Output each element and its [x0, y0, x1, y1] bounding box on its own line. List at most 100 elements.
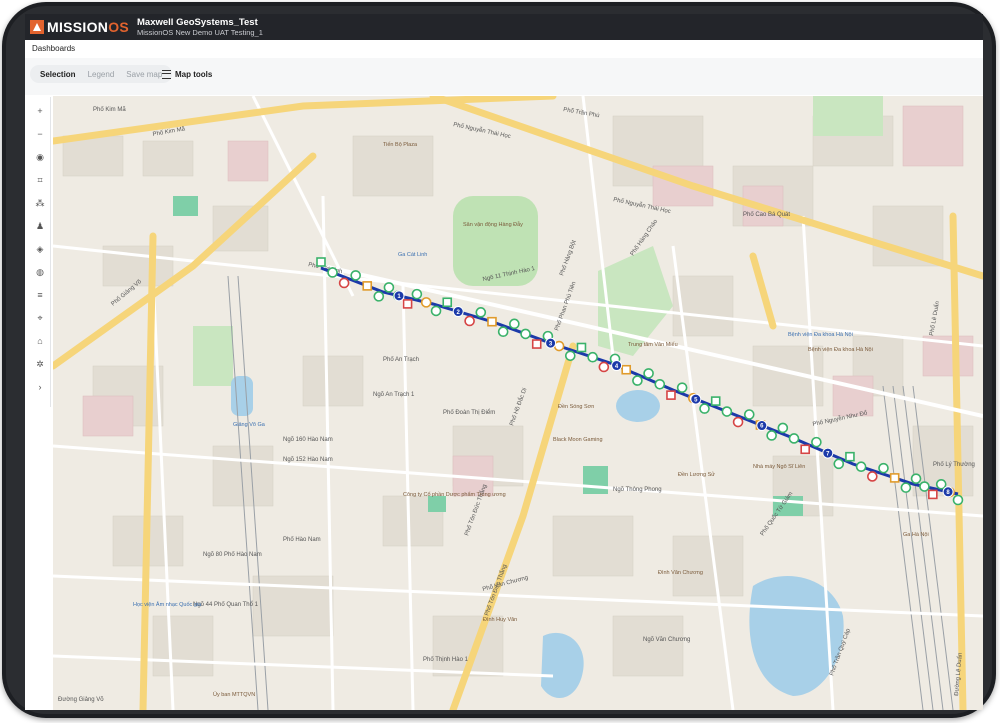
poi-label: Ga Cát Linh — [398, 252, 427, 258]
instrument-marker[interactable] — [666, 390, 676, 400]
instrument-marker[interactable] — [845, 451, 855, 462]
map-canvas[interactable]: Phố Kim Mã Phố Nguyễn Thái Học Phố Trần … — [53, 96, 983, 710]
instrument-marker[interactable] — [531, 339, 542, 349]
poi-label: Đền Sóng Sơn — [558, 404, 594, 410]
instrument-marker[interactable] — [800, 444, 811, 455]
breadcrumb[interactable]: Dashboards — [32, 44, 75, 53]
instrument-marker[interactable] — [811, 436, 822, 448]
poi-label: Đền Lương Sử — [678, 471, 715, 478]
instrument-marker[interactable] — [598, 361, 610, 373]
road-label: Đường Giảng Võ — [58, 697, 104, 703]
instrument-marker[interactable] — [654, 378, 666, 390]
instrument-marker[interactable] — [402, 299, 413, 309]
zoom-in-icon[interactable]: + — [32, 103, 48, 119]
globe-icon[interactable]: ◍ — [32, 264, 48, 280]
instrument-marker[interactable] — [430, 305, 442, 317]
project-title: Maxwell GeoSystems_Test — [137, 17, 258, 28]
poi-label: Giảng Võ Ga — [233, 422, 266, 428]
marker-icon[interactable]: ⌖ — [32, 310, 48, 326]
instrument-marker[interactable] — [564, 350, 576, 362]
instrument-marker[interactable] — [487, 316, 497, 327]
sliders-icon[interactable]: ≡ — [32, 287, 48, 303]
instrument-marker[interactable] — [952, 494, 964, 506]
instrument-marker[interactable] — [833, 458, 845, 470]
logo-icon — [30, 20, 44, 34]
instrument-marker[interactable] — [699, 403, 710, 414]
graduation-icon[interactable]: ⌂ — [32, 333, 48, 349]
poi-label: Ủy ban MTTQVN — [213, 691, 255, 698]
instrument-marker[interactable] — [721, 406, 733, 417]
pin-icon[interactable]: ♟ — [32, 218, 48, 234]
instrument-marker[interactable] — [475, 307, 487, 318]
instrument-marker[interactable] — [743, 409, 755, 420]
map-toolbar: Selection Legend Save map Map tools — [25, 58, 983, 95]
zoom-out-icon[interactable]: − — [32, 126, 48, 142]
poi-label: Black Moon Gaming — [553, 437, 603, 443]
instrument-marker[interactable] — [732, 416, 744, 428]
instrument-marker[interactable] — [910, 473, 922, 484]
app-screen: MISSIONOS Maxwell GeoSystems_Test Missio… — [25, 14, 983, 710]
road-label: Ngõ An Trạch 1 — [373, 392, 415, 398]
road-label: Phố Đoàn Thị Điểm — [443, 409, 495, 416]
instrument-marker[interactable] — [632, 375, 643, 386]
instrument-marker[interactable] — [777, 422, 789, 434]
road-label: Ngõ Văn Chương — [643, 637, 690, 643]
tab-legend[interactable]: Legend — [82, 70, 121, 79]
instrument-marker[interactable] — [766, 430, 777, 441]
instrument-marker[interactable] — [338, 277, 350, 289]
poi-label: Tiến Bộ Plaza — [383, 142, 418, 148]
instrument-marker[interactable] — [350, 270, 361, 281]
instrument-marker[interactable] — [509, 318, 520, 330]
road-label: Phố Kim Mã — [93, 107, 126, 113]
instrument-marker[interactable] — [497, 326, 509, 338]
instrument-marker[interactable] — [420, 297, 432, 308]
instrument-marker[interactable] — [643, 368, 654, 379]
road-label: Ngõ Thông Phong — [613, 487, 662, 493]
app-logo[interactable]: MISSIONOS — [30, 17, 129, 37]
road-label: Phố Hào Nam — [283, 537, 321, 543]
instrument-marker[interactable] — [676, 382, 688, 393]
road-label: Ngõ 160 Hào Nam — [283, 437, 333, 443]
collapse-icon[interactable]: › — [32, 379, 48, 395]
instrument-marker[interactable] — [327, 267, 338, 278]
project-selector[interactable]: Maxwell GeoSystems_Test MissionOS New De… — [137, 17, 263, 38]
instrument-marker[interactable] — [383, 282, 395, 293]
instrument-marker[interactable] — [362, 281, 373, 291]
instrument-marker[interactable] — [316, 257, 326, 267]
map-tools-button[interactable]: Map tools — [162, 65, 212, 83]
instrument-marker[interactable] — [919, 481, 930, 492]
instrument-marker[interactable] — [788, 433, 800, 444]
instrument-marker[interactable] — [587, 351, 598, 363]
road-label: Ngõ 80 Phố Hào Nam — [203, 552, 262, 558]
map-view[interactable]: Phố Kim Mã Phố Nguyễn Thái Học Phố Trần … — [53, 96, 983, 710]
instrument-marker[interactable] — [889, 473, 900, 483]
instrument-marker[interactable] — [464, 315, 475, 327]
poi-label: Nhà máy Ngô Sĩ Liên — [753, 464, 805, 470]
instrument-marker[interactable] — [520, 328, 531, 340]
instrument-marker[interactable] — [411, 288, 423, 300]
poi-label: Công ty Cổ phần Dược phẩm Trung ương — [403, 491, 506, 498]
instrument-marker[interactable] — [867, 471, 878, 482]
tab-selection[interactable]: Selection — [34, 70, 82, 79]
locate-icon[interactable]: ◉ — [32, 149, 48, 165]
breadcrumb-bar: Dashboards — [25, 40, 983, 59]
poi-label: Bệnh viện Đa khoa Hà Nội — [788, 332, 853, 338]
settings-icon[interactable]: ✲ — [32, 356, 48, 372]
instrument-marker[interactable] — [878, 462, 889, 474]
crop-icon[interactable]: ⌗ — [32, 172, 48, 188]
instrument-marker[interactable] — [442, 297, 453, 308]
instrument-marker[interactable] — [855, 461, 867, 473]
layers-icon[interactable]: ◈ — [32, 241, 48, 257]
instrument-marker[interactable] — [710, 396, 721, 406]
instrument-marker[interactable] — [576, 342, 587, 353]
top-bar: MISSIONOS Maxwell GeoSystems_Test Missio… — [25, 14, 983, 40]
poi-label: Trung tâm Văn Miếu — [628, 342, 678, 348]
road-label: Ngõ 152 Hào Nam — [283, 457, 333, 463]
instrument-marker[interactable] — [373, 291, 385, 302]
instrument-marker[interactable] — [900, 482, 912, 493]
instrument-marker[interactable] — [928, 489, 938, 500]
layers-cluster-icon[interactable]: ⁂ — [32, 195, 48, 211]
instrument-marker[interactable] — [621, 364, 632, 375]
hamburger-icon — [162, 69, 171, 79]
instrument-marker[interactable] — [935, 478, 947, 490]
